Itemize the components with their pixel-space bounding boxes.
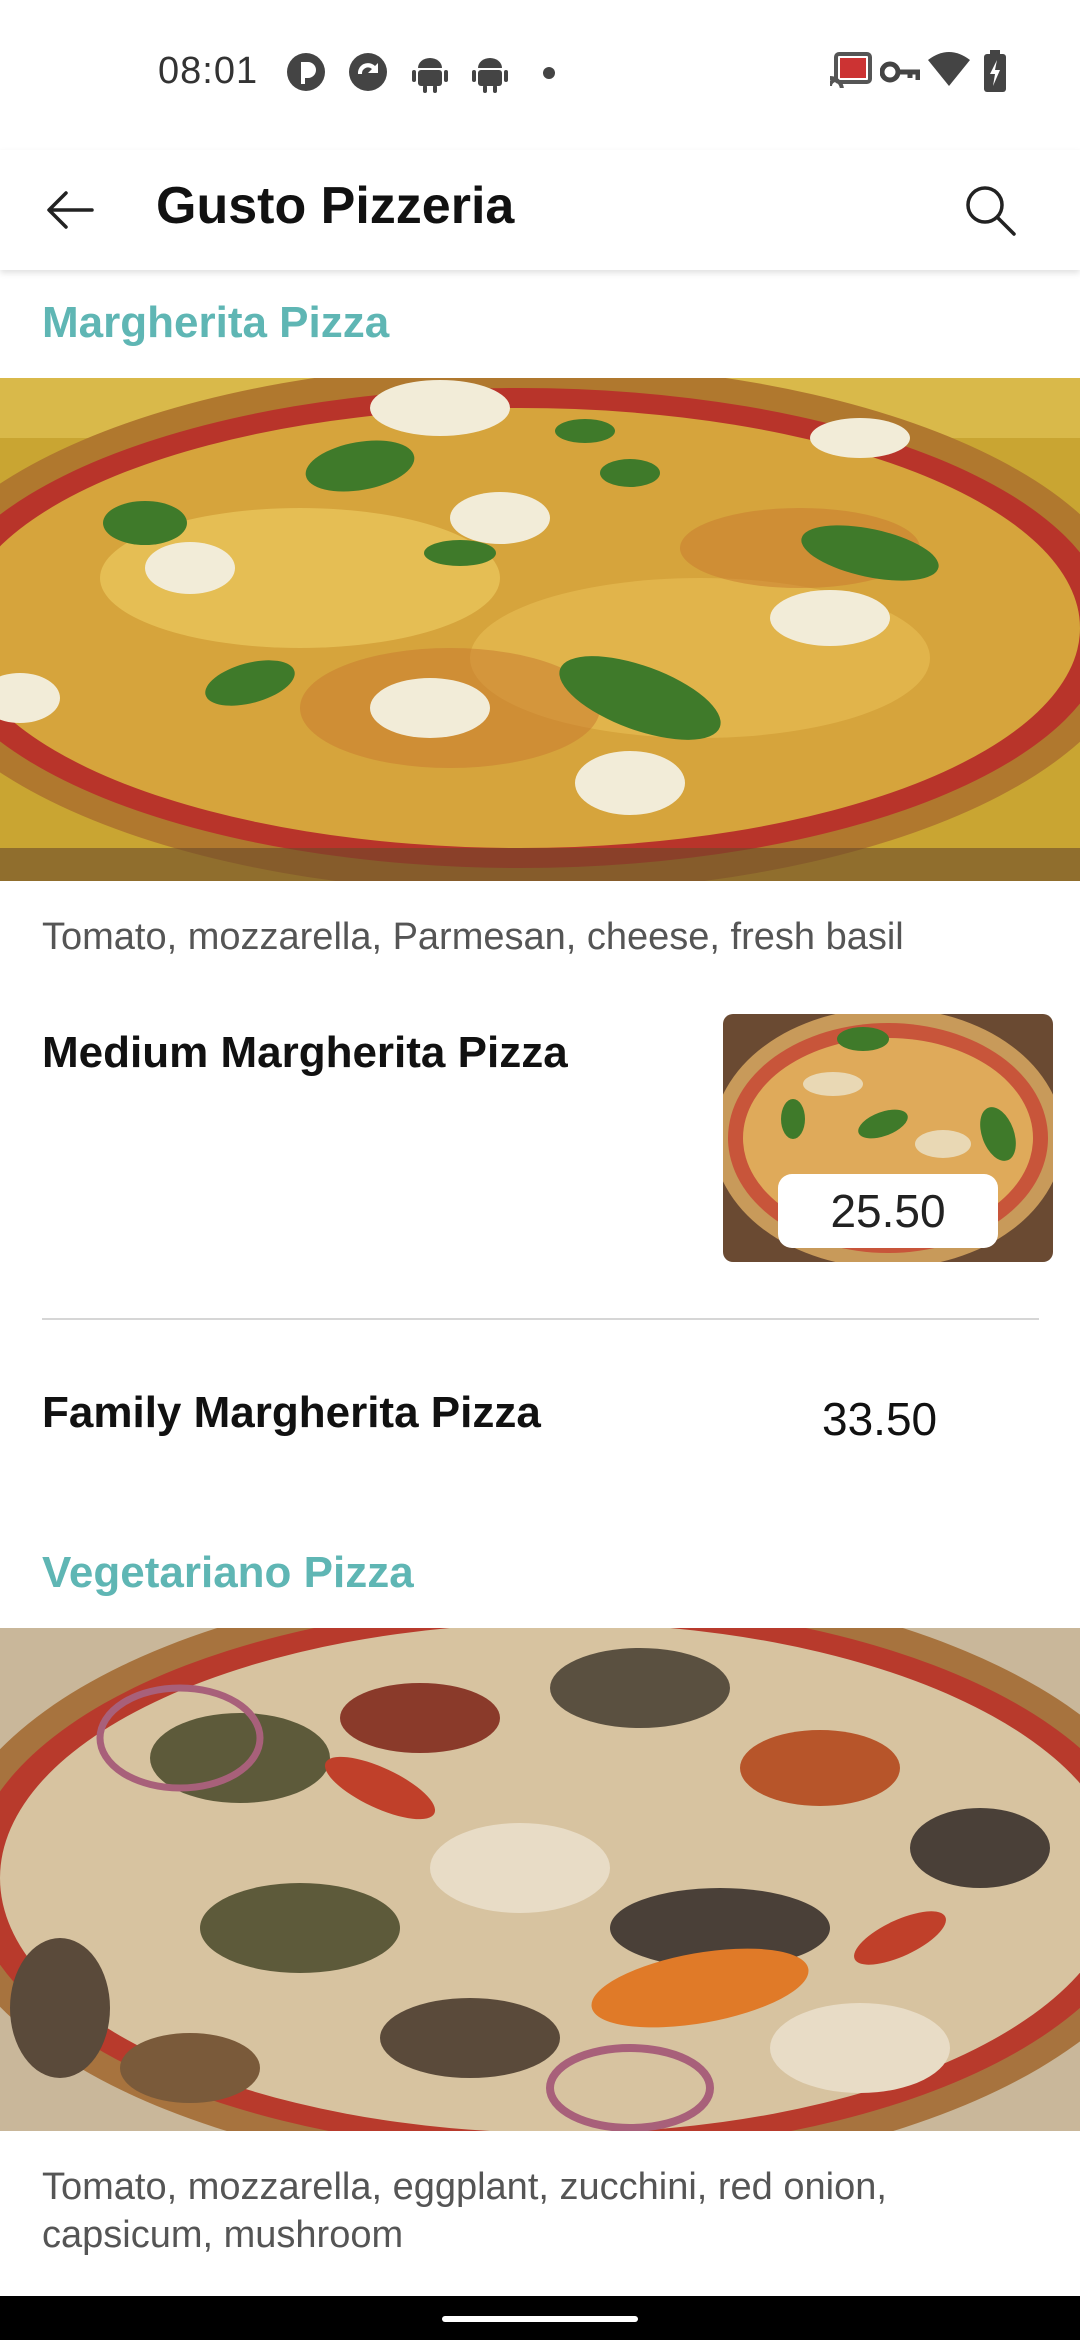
cast-icon: [830, 52, 872, 88]
item-name: Family Margherita Pizza: [42, 1388, 541, 1437]
vegetariano-pizza-image: [0, 1628, 1080, 2131]
search-button[interactable]: [960, 180, 1020, 240]
page-title: Gusto Pizzeria: [156, 177, 515, 235]
status-bar: 08:01: [0, 0, 1080, 150]
margherita-pizza-image: [0, 378, 1080, 881]
back-button[interactable]: [40, 180, 100, 240]
status-time: 08:01: [158, 50, 259, 92]
vpn-key-icon: [880, 61, 920, 83]
margherita-description: Tomato, mozzarella, Parmesan, cheese, fr…: [42, 916, 904, 958]
android-icon: [412, 58, 448, 93]
item-thumbnail[interactable]: 25.50: [723, 1014, 1053, 1262]
search-icon: [966, 186, 1016, 236]
android-icon: [472, 58, 508, 93]
wifi-icon: [928, 52, 970, 86]
item-price: 33.50: [822, 1393, 938, 1445]
arrow-back-icon: [47, 191, 94, 229]
section-title-margherita: Margherita Pizza: [42, 298, 390, 347]
home-gesture-handle[interactable]: [442, 2316, 638, 2322]
divider: [42, 1318, 1039, 1320]
pocket-casts-icon: [287, 53, 325, 91]
dot-icon: [543, 67, 555, 79]
battery-charging-icon: [984, 50, 1006, 92]
vegetariano-description: Tomato, mozzarella, eggplant, zucchini, …: [42, 2166, 887, 2256]
app-bar: Gusto Pizzeria: [0, 150, 1080, 270]
item-name: Medium Margherita Pizza: [42, 1028, 568, 1077]
item-price: 25.50: [778, 1174, 998, 1248]
section-title-vegetariano: Vegetariano Pizza: [42, 1548, 414, 1597]
sync-app-icon: [349, 53, 387, 91]
system-nav-bar: [0, 2296, 1080, 2340]
